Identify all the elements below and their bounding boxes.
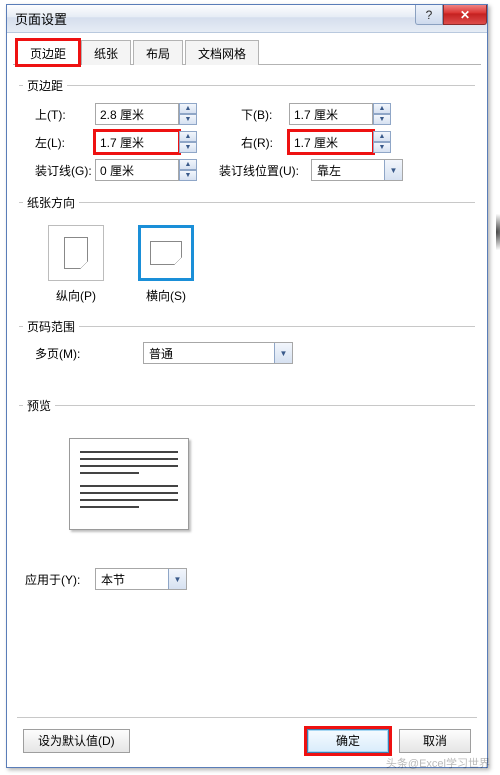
label-top: 上(T): <box>23 106 95 123</box>
page-setup-dialog: 页面设置 ? ✕ 页边距 纸张 布局 文档网格 页边距 上(T): ▲▼ <box>6 4 488 768</box>
chevron-down-icon[interactable]: ▼ <box>384 160 402 180</box>
tab-paper[interactable]: 纸张 <box>81 40 131 65</box>
input-gutter[interactable]: ▲▼ <box>95 159 201 181</box>
chevron-down-icon[interactable]: ▼ <box>274 343 292 363</box>
spin-down-icon[interactable]: ▼ <box>373 114 391 125</box>
spin-up-icon[interactable]: ▲ <box>373 103 391 114</box>
spin-down-icon[interactable]: ▼ <box>179 170 197 181</box>
landscape-icon <box>138 225 194 281</box>
ok-button[interactable]: 确定 <box>307 729 389 753</box>
group-orientation: 纸张方向 纵向(P) 横向(S) <box>19 194 475 310</box>
combo-gutter-pos[interactable]: 靠左 ▼ <box>311 159 403 181</box>
combo-multi[interactable]: 普通 ▼ <box>143 342 293 364</box>
client-area: 页边距 纸张 布局 文档网格 页边距 上(T): ▲▼ 下(B): <box>13 39 481 761</box>
chevron-down-icon[interactable]: ▼ <box>168 569 186 589</box>
orientation-landscape[interactable]: 横向(S) <box>131 225 201 304</box>
group-preview-legend: 预览 <box>23 397 55 414</box>
combo-apply[interactable]: 本节 ▼ <box>95 568 187 590</box>
label-right: 右(R): <box>229 134 289 151</box>
cancel-button[interactable]: 取消 <box>399 729 471 753</box>
orientation-portrait-label: 纵向(P) <box>41 287 111 304</box>
group-pages: 页码范围 多页(M): 普通 ▼ <box>19 318 475 371</box>
spin-down-icon[interactable]: ▼ <box>179 114 197 125</box>
portrait-icon <box>48 225 104 281</box>
group-orientation-legend: 纸张方向 <box>23 194 79 211</box>
help-button[interactable]: ? <box>415 5 443 25</box>
spin-up-icon[interactable]: ▲ <box>179 159 197 170</box>
tab-layout[interactable]: 布局 <box>133 40 183 65</box>
tab-bar: 页边距 纸张 布局 文档网格 <box>13 39 481 65</box>
dialog-footer: 设为默认值(D) 确定 取消 <box>17 717 477 757</box>
input-top-field[interactable] <box>95 103 179 125</box>
tab-panel-margins: 页边距 上(T): ▲▼ 下(B): ▲▼ 左(L): <box>17 69 477 715</box>
set-default-button[interactable]: 设为默认值(D) <box>23 729 130 753</box>
orientation-landscape-label: 横向(S) <box>131 287 201 304</box>
label-multi: 多页(M): <box>23 345 107 362</box>
input-right[interactable]: ▲▼ <box>289 131 395 153</box>
combo-apply-value: 本节 <box>101 571 125 588</box>
spin-up-icon[interactable]: ▲ <box>179 131 197 142</box>
label-left: 左(L): <box>23 134 95 151</box>
close-button[interactable]: ✕ <box>443 5 487 25</box>
label-bottom: 下(B): <box>229 106 289 123</box>
spin-up-icon[interactable]: ▲ <box>179 103 197 114</box>
group-margins: 页边距 上(T): ▲▼ 下(B): ▲▼ 左(L): <box>19 77 475 186</box>
scroll-shadow <box>496 214 500 250</box>
group-margins-legend: 页边距 <box>23 77 67 94</box>
tab-margins[interactable]: 页边距 <box>17 40 79 65</box>
label-gutter: 装订线(G): <box>23 162 95 179</box>
combo-multi-value: 普通 <box>149 345 173 362</box>
combo-gutter-pos-value: 靠左 <box>317 162 341 179</box>
label-apply: 应用于(Y): <box>23 571 95 588</box>
input-bottom[interactable]: ▲▼ <box>289 103 395 125</box>
input-top[interactable]: ▲▼ <box>95 103 201 125</box>
input-left[interactable]: ▲▼ <box>95 131 201 153</box>
input-gutter-field[interactable] <box>95 159 179 181</box>
tab-grid[interactable]: 文档网格 <box>185 40 259 65</box>
spin-down-icon[interactable]: ▼ <box>179 142 197 153</box>
group-preview: 预览 <box>19 397 475 542</box>
window-title: 页面设置 <box>15 9 67 28</box>
orientation-portrait[interactable]: 纵向(P) <box>41 225 111 304</box>
input-bottom-field[interactable] <box>289 103 373 125</box>
spin-down-icon[interactable]: ▼ <box>373 142 391 153</box>
preview-thumbnail <box>69 438 189 530</box>
group-pages-legend: 页码范围 <box>23 318 79 335</box>
input-right-field[interactable] <box>289 131 373 153</box>
titlebar[interactable]: 页面设置 ? ✕ <box>7 5 487 33</box>
label-gutter-pos: 装订线位置(U): <box>219 162 311 179</box>
spin-up-icon[interactable]: ▲ <box>373 131 391 142</box>
input-left-field[interactable] <box>95 131 179 153</box>
window-buttons: ? ✕ <box>415 5 487 25</box>
